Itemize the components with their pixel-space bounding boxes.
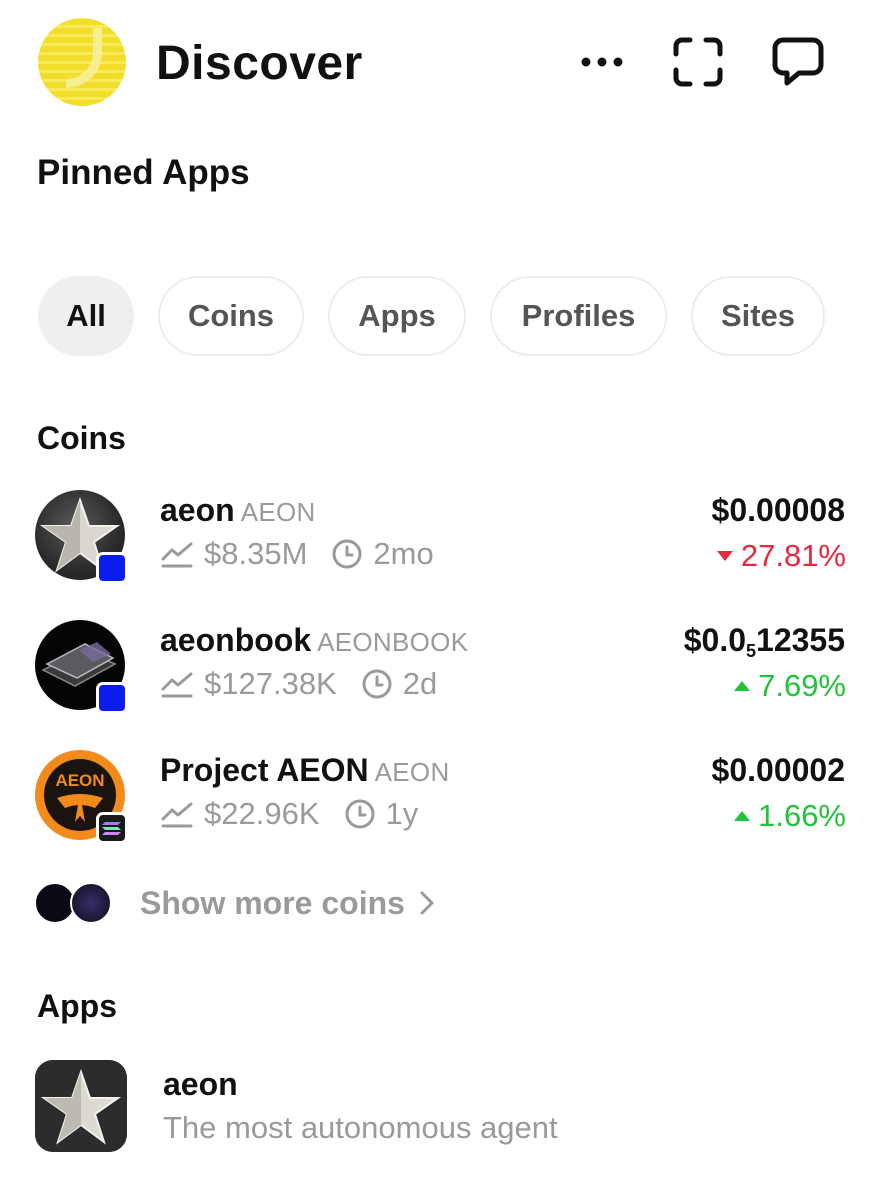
- coin-row-project-aeon[interactable]: AEON Project AEON AEON $22.96K 1y $0.0000…: [0, 750, 879, 860]
- solana-chain-badge: [96, 812, 128, 844]
- filter-all[interactable]: All: [38, 276, 134, 356]
- chat-icon[interactable]: [770, 34, 826, 90]
- coin-meta: $8.35M 2mo: [160, 536, 434, 572]
- chart-trend-icon: [161, 542, 193, 568]
- clock-icon: [332, 539, 362, 569]
- coin-name: aeonbook AEONBOOK: [160, 622, 469, 658]
- coin-meta: $22.96K 1y: [160, 796, 418, 832]
- filter-sites[interactable]: Sites: [691, 276, 825, 356]
- down-arrow-icon: [716, 551, 733, 561]
- coin-age: 1y: [385, 796, 419, 831]
- filter-chips: All Coins Apps Profiles Sites: [38, 276, 825, 356]
- coin-row-aeonbook[interactable]: aeonbook AEONBOOK $127.38K 2d $0.0512355 …: [0, 620, 879, 730]
- scan-icon[interactable]: [670, 34, 726, 90]
- more-icon[interactable]: [574, 34, 630, 90]
- app-description: The most autonomous agent: [163, 1110, 558, 1145]
- coin-row-aeon[interactable]: aeon AEON $8.35M 2mo $0.00008 27.81%: [0, 490, 879, 600]
- chart-trend-icon: [161, 802, 193, 828]
- coin-name: aeon AEON: [160, 492, 316, 528]
- coin-price: $0.00008: [711, 492, 845, 528]
- up-arrow-icon: [734, 681, 751, 691]
- coin-ticker: AEONBOOK: [317, 627, 469, 657]
- clock-icon: [362, 669, 392, 699]
- show-more-label: Show more coins: [140, 884, 405, 921]
- market-cap: $22.96K: [204, 796, 320, 831]
- market-cap: $127.38K: [204, 666, 337, 701]
- coin-price: $0.0512355: [683, 622, 845, 661]
- app-row-aeon[interactable]: aeon The most autonomous agent: [0, 1056, 879, 1156]
- clock-icon: [345, 799, 374, 829]
- coin-price: $0.00002: [711, 752, 845, 788]
- coins-section-title: Coins: [37, 420, 126, 456]
- show-more-coins-button[interactable]: Show more coins: [34, 880, 435, 926]
- coin-age: 2mo: [373, 536, 434, 571]
- base-chain-badge: [96, 552, 128, 584]
- up-arrow-icon: [734, 811, 751, 821]
- header: Discover: [0, 0, 879, 130]
- price-change: 27.81%: [716, 538, 846, 574]
- coin-ticker: AEON: [240, 497, 316, 527]
- mini-coin-logo: [70, 882, 112, 924]
- price-change: 7.69%: [734, 668, 846, 704]
- filter-coins[interactable]: Coins: [158, 276, 304, 356]
- apps-section-title: Apps: [37, 988, 117, 1024]
- more-coins-preview: [34, 882, 114, 924]
- aeon-app-icon: [35, 1060, 127, 1152]
- price-change: 1.66%: [734, 798, 846, 834]
- page-title: Discover: [156, 37, 363, 90]
- coin-name: Project AEON AEON: [160, 752, 450, 788]
- filter-profiles[interactable]: Profiles: [490, 276, 667, 356]
- coin-meta: $127.38K 2d: [160, 666, 437, 702]
- coin-ticker: AEON: [374, 757, 450, 787]
- chevron-right-icon: [420, 891, 434, 915]
- svg-text:AEON: AEON: [55, 771, 104, 790]
- market-cap: $8.35M: [204, 536, 308, 571]
- base-chain-badge: [96, 682, 128, 714]
- filter-apps[interactable]: Apps: [328, 276, 466, 356]
- pinned-apps-title: Pinned Apps: [37, 153, 250, 192]
- profile-avatar[interactable]: [38, 18, 126, 106]
- app-name: aeon: [163, 1066, 238, 1102]
- coin-age: 2d: [402, 666, 438, 701]
- chart-trend-icon: [161, 672, 193, 698]
